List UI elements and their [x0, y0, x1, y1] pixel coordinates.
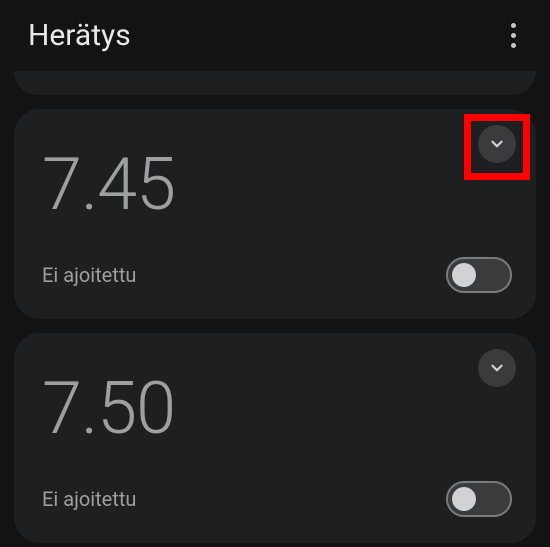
alarm-card-partial: [14, 71, 536, 95]
page-title: Herätys: [28, 18, 131, 53]
alarm-time[interactable]: 7.50: [42, 373, 512, 445]
toggle-thumb: [452, 487, 476, 511]
alarm-status: Ei ajoitettu: [42, 487, 136, 511]
alarm-card: 7.50 Ei ajoitettu: [14, 333, 536, 543]
app-header: Herätys: [0, 0, 550, 71]
alarm-toggle[interactable]: [446, 257, 512, 293]
alarm-status: Ei ajoitettu: [42, 263, 136, 287]
alarm-footer: Ei ajoitettu: [42, 481, 512, 517]
more-options-icon[interactable]: [498, 21, 528, 51]
alarm-time[interactable]: 7.45: [42, 149, 512, 221]
alarm-toggle[interactable]: [446, 481, 512, 517]
alarm-list: 7.45 Ei ajoitettu 7.50 Ei ajoitettu: [0, 71, 550, 543]
toggle-thumb: [452, 263, 476, 287]
alarm-footer: Ei ajoitettu: [42, 257, 512, 293]
expand-button[interactable]: [478, 349, 516, 387]
expand-button[interactable]: [478, 125, 516, 163]
alarm-card: 7.45 Ei ajoitettu: [14, 109, 536, 319]
chevron-down-icon: [488, 359, 506, 377]
chevron-down-icon: [488, 135, 506, 153]
